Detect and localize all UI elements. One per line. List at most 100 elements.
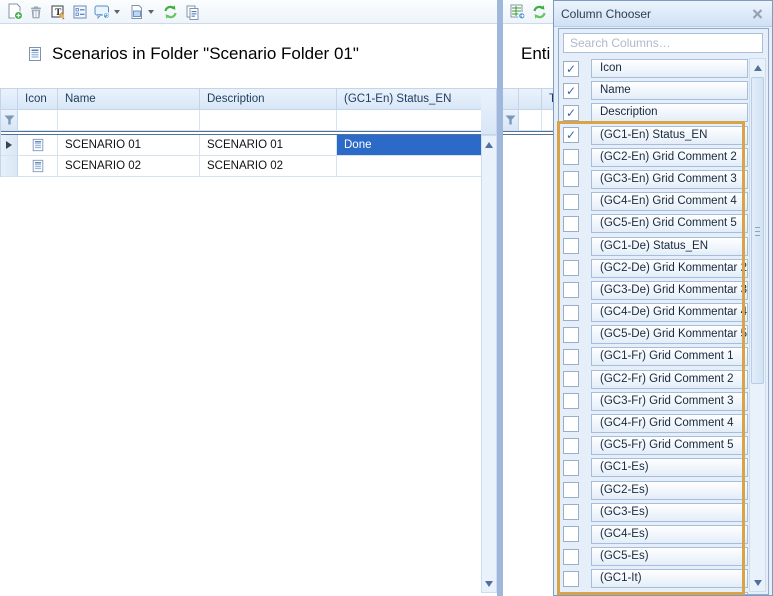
column-item[interactable]: (GC5-Fr) Grid Comment 5 — [591, 436, 748, 455]
column-chooser-titlebar[interactable]: Column Chooser — [554, 1, 772, 27]
column-item[interactable]: (GC1-Es) — [591, 458, 748, 477]
column-item[interactable]: (GC4-Fr) Grid Comment 4 — [591, 414, 748, 433]
column-checkbox[interactable] — [563, 393, 579, 409]
copy-page-dropdown-caret[interactable] — [148, 10, 154, 14]
rename-button[interactable]: T — [47, 2, 69, 22]
column-checkbox[interactable] — [563, 460, 579, 476]
column-checkbox[interactable] — [563, 194, 579, 210]
status-cell[interactable] — [337, 156, 482, 177]
refresh-entities-button[interactable] — [528, 2, 550, 22]
column-item[interactable]: (GC3-Fr) Grid Comment 3 — [591, 392, 748, 411]
column-item[interactable]: (GC3-En) Grid Comment 3 — [591, 170, 748, 189]
column-checkbox[interactable] — [563, 593, 579, 594]
column-checkbox[interactable] — [563, 216, 579, 232]
column-item[interactable]: (GC4-Es) — [591, 525, 748, 544]
description-cell[interactable]: SCENARIO 02 — [200, 156, 337, 177]
column-checkbox[interactable] — [563, 149, 579, 165]
column-chooser-row: (GC5-De) Grid Kommentar 5 — [560, 325, 748, 344]
column-checkbox[interactable] — [563, 305, 579, 321]
filter-cell[interactable] — [58, 110, 200, 131]
column-item[interactable]: (GC5-De) Grid Kommentar 5 — [591, 325, 748, 344]
column-item[interactable]: (GC5-Es) — [591, 547, 748, 566]
column-checkbox[interactable] — [563, 504, 579, 520]
column-checkbox[interactable] — [563, 282, 579, 298]
column-chooser-row: ✓ Name — [560, 81, 748, 100]
close-button[interactable] — [749, 7, 765, 21]
entities-column-header[interactable] — [519, 88, 542, 110]
scenarios-scrollbar[interactable] — [481, 88, 497, 593]
delete-scenario-button[interactable] — [25, 2, 47, 22]
name-cell[interactable]: SCENARIO 01 — [58, 135, 200, 156]
column-header-description[interactable]: Description — [200, 88, 337, 110]
column-item[interactable]: Icon — [591, 59, 748, 78]
column-item[interactable] — [591, 592, 748, 595]
add-scenario-button[interactable] — [3, 2, 25, 22]
scroll-down-button[interactable] — [750, 575, 765, 590]
column-item[interactable]: (GC1-De) Status_EN — [591, 237, 748, 256]
column-chooser-window: Column Chooser ✓ Icon ✓ Name ✓ Descripti… — [553, 0, 773, 596]
copy-page-button[interactable] — [125, 2, 147, 22]
page-icon — [128, 4, 144, 20]
column-checkbox[interactable] — [563, 571, 579, 587]
column-checkbox[interactable] — [563, 526, 579, 542]
column-checkbox[interactable]: ✓ — [563, 61, 579, 77]
column-item[interactable]: (GC5-En) Grid Comment 5 — [591, 214, 748, 233]
column-item[interactable]: (GC1-Fr) Grid Comment 1 — [591, 347, 748, 366]
search-columns-input[interactable] — [563, 33, 763, 53]
column-checkbox[interactable] — [563, 482, 579, 498]
column-item[interactable]: (GC3-De) Grid Kommentar 3 — [591, 281, 748, 300]
scroll-up-button[interactable] — [482, 137, 496, 152]
column-list: ✓ Icon ✓ Name ✓ Description ✓ (GC1-En) S… — [560, 58, 748, 594]
table-row[interactable]: SCENARIO 02 SCENARIO 02 — [1, 156, 481, 177]
scrollbar-track[interactable] — [481, 135, 497, 593]
scrollbar-thumb[interactable] — [751, 77, 764, 384]
column-checkbox[interactable] — [563, 349, 579, 365]
column-checkbox[interactable] — [563, 549, 579, 565]
column-item[interactable]: (GC2-De) Grid Kommentar 2 — [591, 259, 748, 278]
column-checkbox[interactable] — [563, 371, 579, 387]
scroll-up-button[interactable] — [750, 60, 765, 75]
filter-cell[interactable] — [519, 110, 542, 131]
row-icon-cell[interactable] — [18, 156, 58, 177]
column-chooser-row: (GC2-Fr) Grid Comment 2 — [560, 370, 748, 389]
status-cell[interactable]: Done — [337, 135, 482, 156]
column-header-icon[interactable]: Icon — [18, 88, 58, 110]
column-checkbox[interactable] — [563, 327, 579, 343]
comments-dropdown-caret[interactable] — [114, 10, 120, 14]
table-row[interactable]: SCENARIO 01 SCENARIO 01 Done — [1, 135, 481, 156]
column-list-scrollbar[interactable] — [749, 58, 766, 592]
column-item[interactable]: (GC4-De) Grid Kommentar 4 — [591, 303, 748, 322]
scroll-down-button[interactable] — [482, 576, 496, 591]
column-checkbox[interactable] — [563, 438, 579, 454]
column-header-status[interactable]: (GC1-En) Status_EN — [337, 88, 482, 110]
properties-button[interactable] — [69, 2, 91, 22]
duplicate-button[interactable] — [181, 2, 203, 22]
row-icon-cell[interactable] — [18, 135, 58, 156]
column-item[interactable]: (GC2-Fr) Grid Comment 2 — [591, 370, 748, 389]
column-checkbox[interactable]: ✓ — [563, 105, 579, 121]
filter-cell[interactable] — [18, 110, 58, 131]
column-header-name[interactable]: Name — [58, 88, 200, 110]
column-item[interactable]: Description — [591, 103, 748, 122]
column-item[interactable]: (GC3-Es) — [591, 503, 748, 522]
column-checkbox[interactable] — [563, 260, 579, 276]
column-item[interactable]: (GC1-En) Status_EN — [591, 126, 748, 145]
column-checkbox[interactable]: ✓ — [563, 83, 579, 99]
refresh-button[interactable] — [159, 2, 181, 22]
column-item[interactable]: (GC2-Es) — [591, 481, 748, 500]
name-cell[interactable]: SCENARIO 02 — [58, 156, 200, 177]
filter-cell[interactable] — [200, 110, 337, 131]
column-item[interactable]: (GC4-En) Grid Comment 4 — [591, 192, 748, 211]
export-excel-icon — [509, 3, 526, 20]
column-item[interactable]: (GC2-En) Grid Comment 2 — [591, 148, 748, 167]
export-excel-button[interactable] — [506, 2, 528, 22]
column-item[interactable]: Name — [591, 81, 748, 100]
column-checkbox[interactable] — [563, 171, 579, 187]
column-item[interactable]: (GC1-It) — [591, 569, 748, 588]
column-checkbox[interactable] — [563, 416, 579, 432]
filter-cell[interactable] — [337, 110, 482, 131]
description-cell[interactable]: SCENARIO 01 — [200, 135, 337, 156]
column-checkbox[interactable] — [563, 238, 579, 254]
column-checkbox[interactable]: ✓ — [563, 127, 579, 143]
comments-button[interactable] — [91, 2, 113, 22]
